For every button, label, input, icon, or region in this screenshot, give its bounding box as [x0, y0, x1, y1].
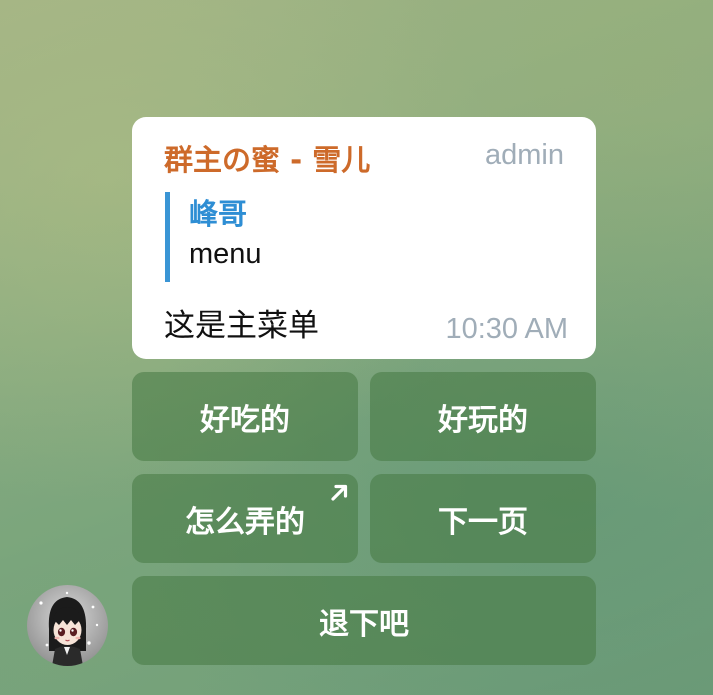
keyboard-button-label: 怎么弄的: [185, 504, 305, 540]
avatar-icon: [39, 591, 99, 666]
keyboard-button-how[interactable]: 怎么弄的: [132, 474, 358, 563]
keyboard-button-next-page[interactable]: 下一页: [370, 474, 596, 563]
message-bubble[interactable]: 群主の蜜 - 雪儿 admin 峰哥 menu 这是主菜单 10:30 AM: [132, 117, 596, 359]
keyboard-button-label: 好吃的: [200, 402, 290, 438]
keyboard-button-label: 退下吧: [319, 606, 409, 642]
user-avatar[interactable]: [27, 585, 108, 666]
sender-name[interactable]: 群主の蜜 - 雪儿: [164, 137, 370, 179]
keyboard-button-label: 好玩的: [438, 402, 528, 438]
reply-author: 峰哥: [189, 197, 248, 231]
keyboard-button-food[interactable]: 好吃的: [132, 372, 358, 461]
keyboard-button-dismiss[interactable]: 退下吧: [132, 576, 596, 665]
reply-quote[interactable]: 峰哥 menu: [165, 192, 565, 282]
keyboard-button-fun[interactable]: 好玩的: [370, 372, 596, 461]
sender-role-badge: admin: [485, 139, 564, 171]
arrow-up-right-icon: [331, 484, 348, 501]
message-time: 10:30 AM: [445, 313, 568, 345]
reply-text: menu: [189, 238, 262, 270]
message-text: 这是主菜单: [164, 308, 319, 344]
keyboard-button-label: 下一页: [438, 504, 528, 540]
